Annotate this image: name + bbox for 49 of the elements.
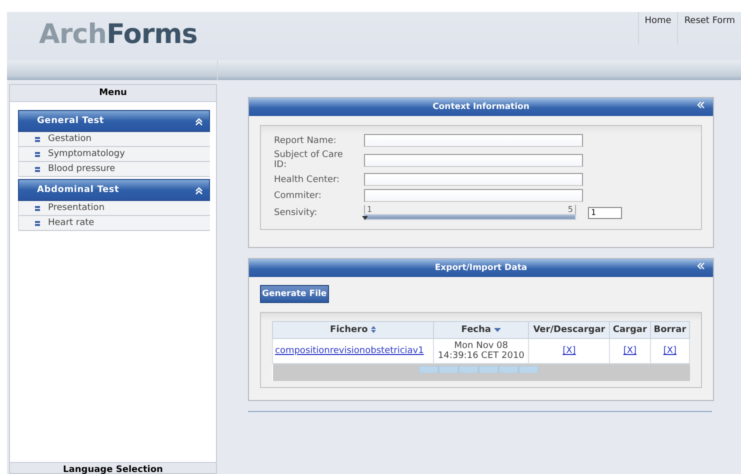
view-link[interactable]: [X] [562, 346, 576, 356]
generate-file-button[interactable]: Generate File [260, 285, 329, 303]
menu-item[interactable]: Heart rate [18, 216, 210, 231]
collapse-icon[interactable] [697, 262, 705, 270]
nav-link[interactable]: Reset Form [677, 12, 741, 44]
field-label: Sensivity: [274, 208, 318, 218]
collapse-icon[interactable] [195, 186, 203, 194]
sort-icon [370, 326, 376, 334]
menu-group-header[interactable]: Abdominal Test [18, 179, 210, 201]
bullet-icon [35, 152, 40, 156]
input-field[interactable] [364, 189, 583, 202]
file-link[interactable]: compositionrevisionobstetriciav1 [275, 346, 424, 356]
logo: ArchForms [38, 18, 198, 52]
menu-item[interactable]: Gestation [18, 132, 210, 147]
column-header[interactable]: Ver/Descargar [528, 322, 610, 338]
menu-group-header[interactable]: General Test [18, 110, 210, 132]
sort-descending-icon [494, 328, 501, 332]
input-field[interactable] [364, 173, 583, 186]
field-label: Report Name: [274, 136, 338, 146]
input-field[interactable] [364, 134, 583, 147]
column-header[interactable]: Borrar [650, 322, 690, 338]
section-title: Language Selection [10, 462, 216, 473]
menu-item[interactable]: Blood pressure [18, 162, 210, 177]
input-field[interactable] [364, 154, 583, 166]
field-label: Commiter: [274, 190, 322, 200]
slider-track[interactable] [364, 214, 576, 220]
slider-thumb[interactable] [362, 216, 368, 220]
value-field[interactable]: 1 [588, 206, 622, 218]
sidebar-title: Menu [10, 85, 216, 102]
load-link[interactable]: [X] [623, 346, 637, 356]
bullet-icon [35, 220, 40, 226]
nav-link[interactable]: Home [638, 12, 678, 44]
delete-link[interactable]: [X] [663, 346, 677, 356]
bullet-icon [35, 136, 40, 142]
panel-title: Export/Import Data [434, 263, 528, 273]
column-header[interactable]: Cargar [610, 322, 650, 338]
scale-max-label: 5 [568, 205, 573, 214]
collapse-icon[interactable] [697, 101, 705, 109]
menu-item[interactable]: Presentation [18, 201, 210, 216]
panel-title: Context Information [432, 102, 530, 112]
menu-item[interactable]: Symptomatology [18, 147, 210, 162]
column-header[interactable]: Fichero [272, 322, 434, 338]
scale-min-label: 1 [367, 205, 372, 214]
collapse-icon[interactable] [195, 116, 203, 126]
field-label: Health Center: [274, 174, 341, 184]
field-label: Subject of Care ID: [274, 150, 344, 170]
bullet-icon [35, 206, 40, 210]
bullet-icon [35, 166, 40, 172]
column-header[interactable]: Fecha [433, 322, 529, 338]
